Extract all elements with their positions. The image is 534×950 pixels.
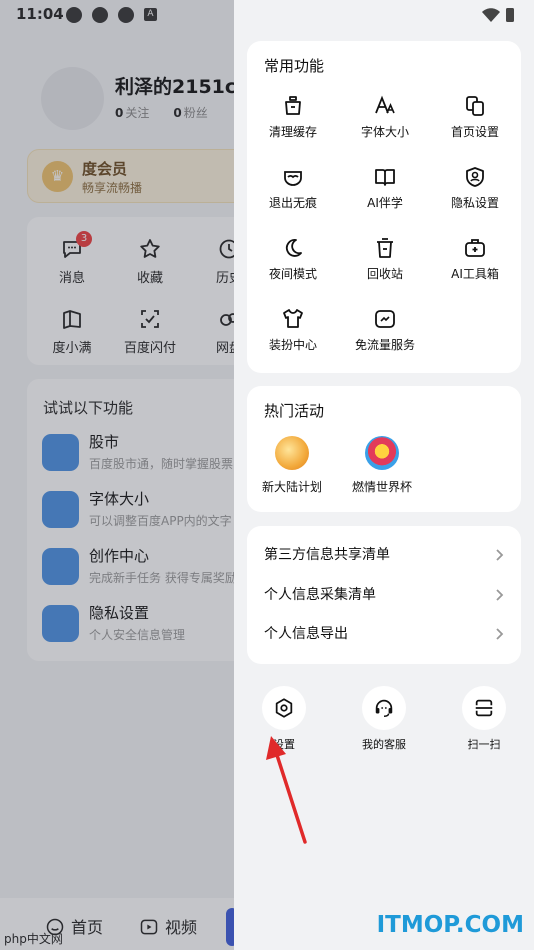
tshirt-icon	[283, 309, 303, 328]
privacy-links-card: 第三方信息共享清单 个人信息采集清单 个人信息导出	[247, 526, 521, 664]
service-label: 我的客服	[362, 738, 406, 751]
func-privacy-settings[interactable]: 隐私设置	[429, 165, 521, 211]
func-ai-study[interactable]: AI伴学	[339, 165, 431, 211]
scan-label: 扫一扫	[467, 738, 501, 751]
func-recycle-bin[interactable]: 回收站	[339, 236, 431, 282]
func-label: AI工具箱	[451, 267, 499, 281]
watermark-site: ITMOP.COM	[376, 912, 524, 938]
settings-button[interactable]: 设置	[249, 686, 319, 752]
link-label: 个人信息采集清单	[264, 587, 376, 603]
moon-icon	[285, 239, 302, 257]
func-label: 装扮中心	[268, 338, 317, 352]
activity-new-continent[interactable]: 新大陆计划	[252, 436, 332, 495]
common-functions-title: 常用功能	[264, 57, 325, 75]
link-personal-info-export[interactable]: 个人信息导出	[264, 623, 508, 647]
activity-label: 新大陆计划	[261, 480, 322, 494]
chevron-right-icon	[496, 628, 504, 640]
link-personal-info-collection[interactable]: 个人信息采集清单	[264, 584, 508, 608]
func-label: 字体大小	[360, 125, 409, 139]
scan-icon	[475, 699, 493, 717]
activity-world-cup[interactable]: 燃情世界杯	[342, 436, 422, 495]
settings-icon	[275, 698, 293, 718]
football-icon	[365, 436, 399, 470]
common-functions-card: 常用功能 清理缓存 字体大小 首页设置 退出无痕 AI伴学 隐私设置 夜间模式	[247, 41, 521, 373]
scan-button[interactable]: 扫一扫	[449, 686, 519, 752]
activity-label: 燃情世界杯	[351, 480, 412, 494]
home-settings-icon	[466, 96, 484, 116]
wifi-battery-icon	[482, 8, 514, 22]
func-ai-toolbox[interactable]: AI工具箱	[429, 236, 521, 282]
headset-icon	[375, 699, 393, 717]
func-label: AI伴学	[367, 196, 403, 210]
trash-icon	[377, 238, 393, 258]
func-label: 回收站	[366, 267, 403, 281]
func-dress-center[interactable]: 装扮中心	[247, 307, 339, 353]
func-label: 清理缓存	[268, 125, 317, 139]
func-home-settings[interactable]: 首页设置	[429, 94, 521, 140]
service-circle	[362, 686, 406, 730]
func-free-data[interactable]: 免流量服务	[339, 307, 431, 353]
chevron-right-icon	[496, 549, 504, 561]
func-label: 夜间模式	[268, 267, 317, 281]
font-size-icon	[375, 95, 395, 114]
func-night-mode[interactable]: 夜间模式	[247, 236, 339, 282]
func-font-size[interactable]: 字体大小	[339, 94, 431, 140]
broom-icon	[285, 96, 301, 115]
func-label: 免流量服务	[354, 338, 415, 352]
chevron-right-icon	[496, 589, 504, 601]
func-label: 退出无痕	[268, 196, 317, 210]
link-label: 第三方信息共享清单	[264, 547, 390, 563]
func-label: 首页设置	[450, 125, 499, 139]
toolbox-icon	[465, 239, 485, 257]
customer-service-button[interactable]: 我的客服	[349, 686, 419, 752]
link-third-party-sharing[interactable]: 第三方信息共享清单	[264, 544, 508, 568]
func-exit-incognito[interactable]: 退出无痕	[247, 165, 339, 211]
privacy-shield-icon	[466, 167, 484, 187]
hot-activities-card: 热门活动 新大陆计划 燃情世界杯	[247, 386, 521, 512]
scan-circle	[462, 686, 506, 730]
incognito-icon	[284, 171, 302, 186]
settings-circle	[262, 686, 306, 730]
link-label: 个人信息导出	[264, 626, 348, 642]
func-clear-cache[interactable]: 清理缓存	[247, 94, 339, 140]
settings-label: 设置	[273, 738, 295, 751]
open-book-icon	[375, 169, 395, 186]
side-drawer: 常用功能 清理缓存 字体大小 首页设置 退出无痕 AI伴学 隐私设置 夜间模式	[234, 0, 534, 950]
rocket-coin-icon	[275, 436, 309, 470]
func-label: 隐私设置	[450, 196, 499, 210]
hot-activities-title: 热门活动	[264, 402, 325, 420]
data-card-icon	[375, 310, 395, 328]
